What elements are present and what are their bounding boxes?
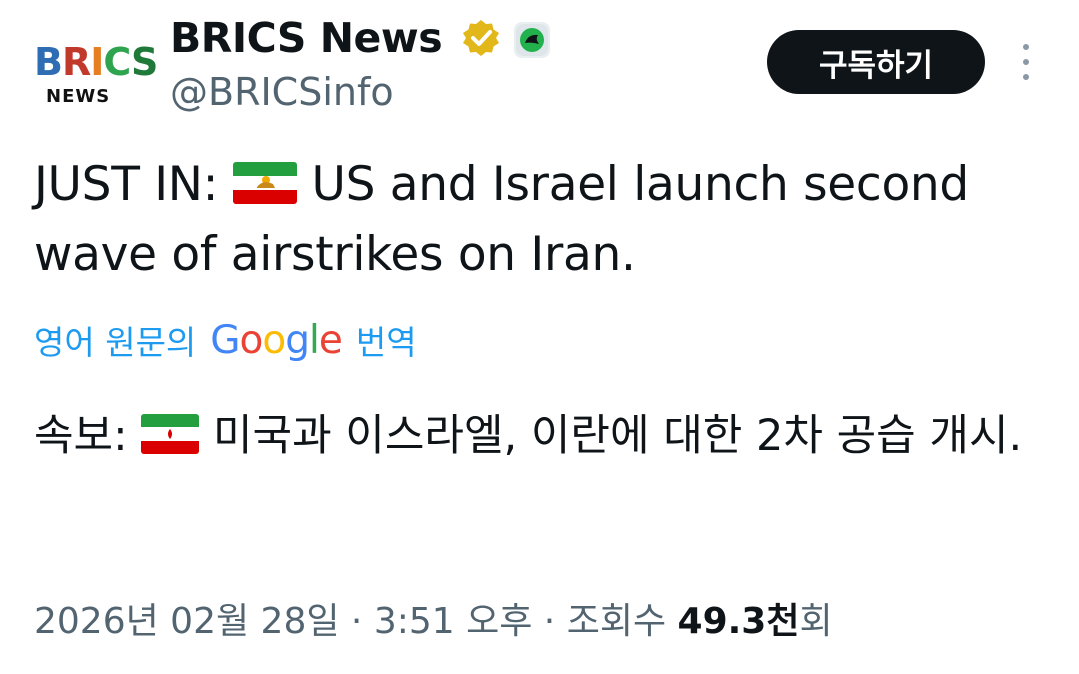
avatar[interactable]: BRICS NEWS bbox=[28, 38, 158, 110]
post-text: JUST IN: US and Israel launch second wav… bbox=[34, 150, 1064, 290]
avatar-subtext: NEWS bbox=[46, 86, 111, 107]
avatar-logo-text: BRICS bbox=[34, 40, 158, 84]
google-logo: Google bbox=[210, 317, 343, 363]
more-vertical-icon[interactable] bbox=[1014, 44, 1038, 80]
post-meta: 2026년 02월 28일 · 3:51 오후 · 조회수 49.3천회 bbox=[34, 592, 833, 644]
iran-lion-sun-flag-icon bbox=[232, 162, 297, 204]
verified-badge-icon bbox=[463, 20, 499, 56]
post-text-prefix: JUST IN: bbox=[34, 157, 233, 212]
meta-separator: · bbox=[339, 601, 374, 642]
views-suffix: 회 bbox=[799, 601, 833, 642]
author-name[interactable]: BRICS News bbox=[170, 14, 443, 62]
translated-main: 미국과 이스라엘, 이란에 대한 2차 공습 개시. bbox=[199, 411, 1023, 461]
post-date[interactable]: 2026년 02월 28일 bbox=[34, 601, 339, 642]
views-count: 49.3천 bbox=[677, 601, 800, 642]
translate-prefix: 영어 원문의 bbox=[34, 323, 197, 362]
iran-flag-icon bbox=[141, 414, 200, 454]
meta-separator: · bbox=[532, 601, 567, 642]
translated-post-text: 속보: 미국과 이스라엘, 이란에 대한 2차 공습 개시. bbox=[34, 398, 1064, 474]
author-handle[interactable]: @BRICSinfo bbox=[170, 70, 394, 114]
post-time[interactable]: 3:51 오후 bbox=[374, 601, 533, 642]
views-label: 조회수 bbox=[566, 601, 678, 642]
translate-link[interactable]: 영어 원문의 Google 번역 bbox=[34, 316, 417, 364]
subscribe-button[interactable]: 구독하기 bbox=[767, 30, 985, 94]
translated-prefix: 속보: bbox=[34, 411, 142, 461]
affiliate-badge-icon bbox=[514, 22, 550, 58]
translate-suffix: 번역 bbox=[355, 323, 417, 362]
